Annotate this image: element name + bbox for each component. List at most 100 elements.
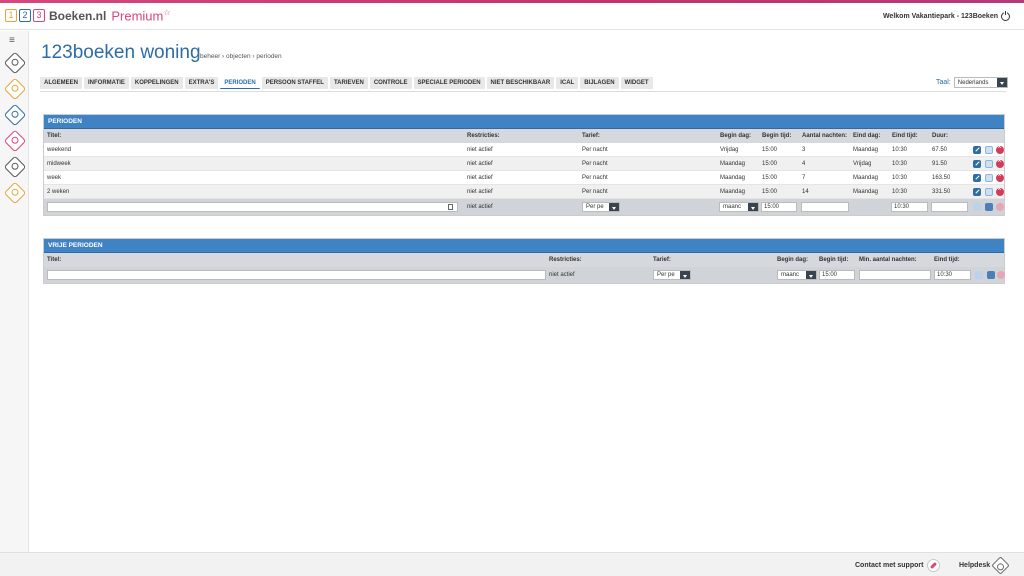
tab-controle[interactable]: CONTROLE bbox=[369, 77, 412, 89]
vrije-restricties: niet actief bbox=[549, 272, 575, 278]
delete-icon[interactable] bbox=[997, 271, 1005, 279]
new-eind-tijd-input[interactable]: 10:30 bbox=[891, 202, 928, 212]
tab-koppelingen[interactable]: KOPPELINGEN bbox=[130, 77, 183, 89]
new-titel-input[interactable] bbox=[47, 202, 458, 212]
new-begin-tijd-input[interactable]: 15:00 bbox=[761, 202, 797, 212]
vrije-tarief-select[interactable]: Per pe bbox=[653, 270, 691, 280]
rocket-icon bbox=[927, 559, 941, 572]
pencil-icon[interactable] bbox=[973, 203, 981, 211]
sun-icon[interactable] bbox=[3, 77, 27, 101]
edit-icon[interactable] bbox=[973, 160, 981, 168]
tab-perioden[interactable]: PERIODEN bbox=[220, 77, 260, 89]
transfer-icon[interactable] bbox=[3, 103, 27, 127]
cell-duur: 163.50 bbox=[932, 175, 951, 181]
top-header: 1 2 3 Boeken.nl Premium☆ Welkom Vakantie… bbox=[0, 3, 1024, 30]
new-begin-dag-select[interactable]: maanc bbox=[719, 202, 759, 212]
delete-icon[interactable] bbox=[996, 158, 1004, 168]
vrije-tarief-value: Per pe bbox=[657, 272, 675, 278]
cell-eind-tijd: 10:30 bbox=[892, 175, 908, 181]
cell-restricties: niet actief bbox=[467, 175, 493, 181]
edit-icon[interactable] bbox=[973, 174, 981, 182]
new-tarief-value: Per pe bbox=[586, 204, 604, 210]
cell-titel: midweek bbox=[47, 161, 71, 167]
tab-speciale-perioden[interactable]: SPECIALE PERIODEN bbox=[413, 77, 485, 89]
cell-titel: week bbox=[47, 175, 62, 181]
lifebuoy-icon bbox=[991, 556, 1010, 575]
save-icon[interactable] bbox=[987, 271, 995, 279]
logo[interactable]: 1 2 3 Boeken.nl Premium☆ bbox=[5, 8, 171, 23]
vrije-eind-tijd-input[interactable]: 10:30 bbox=[934, 270, 971, 280]
new-restricties: niet actief bbox=[467, 204, 493, 210]
edit-icon[interactable] bbox=[973, 146, 981, 154]
percent-icon[interactable] bbox=[3, 129, 27, 153]
cell-aantal-nachten: 7 bbox=[802, 175, 806, 181]
edit-icon[interactable] bbox=[973, 188, 981, 196]
copy-icon[interactable] bbox=[985, 160, 993, 168]
cell-eind-tijd: 10:30 bbox=[892, 189, 908, 195]
col-begin-tijd: Begin tijd: bbox=[762, 133, 792, 139]
pencil-icon[interactable] bbox=[975, 271, 983, 279]
col-eind-tijd: Eind tijd: bbox=[892, 133, 918, 139]
tab-ical[interactable]: ICAL bbox=[556, 77, 579, 89]
vrije-begin-dag-select[interactable]: maanc bbox=[777, 270, 817, 280]
vrije-min-aantal-nachten-input[interactable] bbox=[859, 270, 931, 280]
chevron-down-icon bbox=[748, 203, 758, 211]
tab-persoon-staffel[interactable]: PERSOON STAFFEL bbox=[261, 77, 328, 89]
tab-algemeen[interactable]: ALGEMEEN bbox=[40, 77, 83, 89]
new-duur-input[interactable] bbox=[931, 202, 968, 212]
chevron-down-icon bbox=[680, 271, 690, 279]
language-label: Taal: bbox=[936, 79, 951, 86]
helpdesk-label: Helpdesk bbox=[959, 562, 991, 569]
perioden-header-row: Titel: Restricties: Tarief: Begin dag: B… bbox=[44, 129, 1004, 143]
ticket-icon[interactable] bbox=[3, 155, 27, 179]
star-icon: ☆ bbox=[163, 8, 171, 17]
new-aantal-nachten-input[interactable] bbox=[801, 202, 849, 212]
icon-glyph bbox=[10, 83, 20, 94]
tab-niet-beschikbaar[interactable]: NIET BESCHIKBAAR bbox=[486, 77, 555, 89]
tab-widget[interactable]: WIDGET bbox=[620, 77, 653, 89]
cell-eind-dag: Maandag bbox=[853, 147, 879, 153]
tab-bijlagen[interactable]: BIJLAGEN bbox=[580, 77, 619, 89]
save-icon[interactable] bbox=[985, 203, 993, 211]
settings-icon[interactable] bbox=[3, 181, 27, 205]
vrije-perioden-new-row: niet actief Per pe maanc 15:00 10:30 bbox=[44, 267, 1005, 283]
breadcrumb[interactable]: beheer › objecten › perioden bbox=[200, 53, 282, 60]
cell-restricties: niet actief bbox=[467, 161, 493, 167]
col-tarief: Tarief: bbox=[653, 257, 671, 263]
new-tarief-select[interactable]: Per pe bbox=[582, 202, 620, 212]
tab-bar: ALGEMEEN INFORMATIE KOPPELINGEN EXTRA'S PERI… bbox=[40, 77, 653, 89]
cell-tarief: Per nacht bbox=[582, 147, 608, 153]
vrije-begin-tijd-input[interactable]: 15:00 bbox=[819, 270, 855, 280]
col-begin-tijd: Begin tijd: bbox=[819, 257, 849, 263]
icon-glyph bbox=[10, 187, 20, 198]
delete-icon[interactable] bbox=[996, 172, 1004, 182]
cell-begin-dag: Maandag bbox=[720, 189, 746, 195]
vrije-perioden-title: VRIJE PERIODEN bbox=[44, 239, 1004, 253]
tab-tarieven[interactable]: TARIEVEN bbox=[329, 77, 368, 89]
copy-icon[interactable] bbox=[985, 174, 993, 182]
helpdesk-link[interactable]: Helpdesk bbox=[959, 556, 1010, 575]
contact-support-link[interactable]: Contact met support bbox=[855, 559, 941, 572]
cell-begin-tijd: 15:00 bbox=[762, 161, 778, 167]
dashboard-icon[interactable] bbox=[3, 51, 27, 75]
delete-icon[interactable] bbox=[996, 203, 1004, 211]
copy-icon[interactable] bbox=[985, 188, 993, 196]
language-select[interactable]: Nederlands bbox=[953, 77, 1008, 88]
cell-eind-tijd: 10:30 bbox=[892, 147, 908, 153]
icon-glyph bbox=[10, 135, 20, 146]
logo-brand: Boeken.nl bbox=[49, 8, 107, 23]
col-begin-dag: Begin dag: bbox=[720, 133, 751, 139]
copy-icon[interactable] bbox=[985, 146, 993, 154]
col-tarief: Tarief: bbox=[582, 133, 600, 139]
cell-restricties: niet actief bbox=[467, 189, 493, 195]
table-row: midweek niet actief Per nacht Maandag 15:00 4… bbox=[44, 157, 1004, 171]
vrije-titel-input[interactable] bbox=[47, 270, 546, 280]
tab-informatie[interactable]: INFORMATIE bbox=[84, 77, 129, 89]
menu-toggle-icon[interactable]: ≡ bbox=[9, 35, 15, 46]
delete-icon[interactable] bbox=[996, 144, 1004, 154]
delete-icon[interactable] bbox=[996, 186, 1004, 196]
tabs-divider bbox=[40, 91, 1006, 92]
cell-duur: 67.50 bbox=[932, 147, 948, 153]
power-icon[interactable] bbox=[1001, 11, 1010, 21]
tab-extra-s[interactable]: EXTRA'S bbox=[184, 77, 219, 89]
